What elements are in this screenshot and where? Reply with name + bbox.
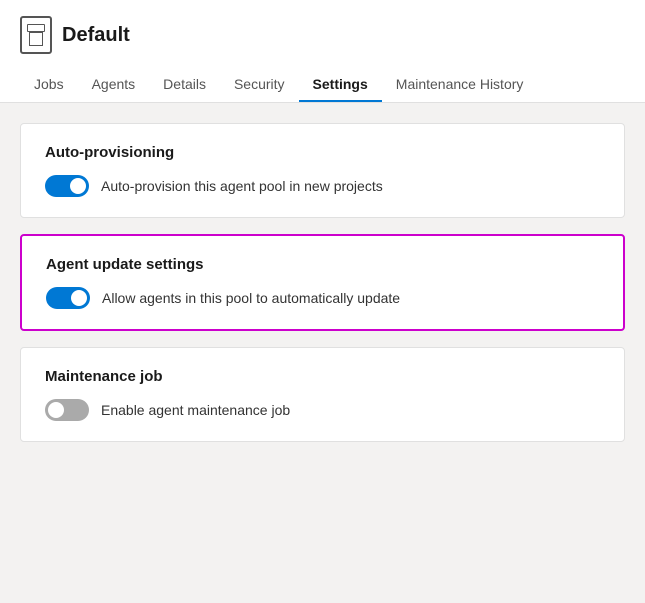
- maintenance-job-title: Maintenance job: [45, 368, 600, 385]
- auto-provisioning-title: Auto-provisioning: [45, 144, 600, 161]
- maintenance-job-card: Maintenance job Enable agent maintenance…: [20, 347, 625, 442]
- agent-update-card: Agent update settings Allow agents in th…: [20, 234, 625, 331]
- tab-maintenance-history[interactable]: Maintenance History: [382, 68, 538, 102]
- maintenance-job-toggle-row: Enable agent maintenance job: [45, 399, 600, 421]
- maintenance-job-toggle-track: [45, 399, 89, 421]
- main-content: Auto-provisioning Auto-provision this ag…: [0, 103, 645, 462]
- agent-update-toggle[interactable]: [46, 287, 90, 309]
- auto-provisioning-toggle-label: Auto-provision this agent pool in new pr…: [101, 178, 383, 194]
- title-row: Default: [20, 16, 625, 54]
- agent-update-toggle-row: Allow agents in this pool to automatical…: [46, 287, 599, 309]
- page-header: Default Jobs Agents Details Security Set…: [0, 0, 645, 103]
- tab-settings[interactable]: Settings: [299, 68, 382, 102]
- maintenance-job-toggle-label: Enable agent maintenance job: [101, 402, 290, 418]
- page-title: Default: [62, 24, 130, 47]
- auto-provisioning-toggle-track: [45, 175, 89, 197]
- auto-provisioning-toggle[interactable]: [45, 175, 89, 197]
- agent-update-toggle-label: Allow agents in this pool to automatical…: [102, 290, 400, 306]
- tab-agents[interactable]: Agents: [78, 68, 150, 102]
- auto-provisioning-toggle-row: Auto-provision this agent pool in new pr…: [45, 175, 600, 197]
- agent-update-toggle-track: [46, 287, 90, 309]
- auto-provisioning-toggle-thumb: [70, 178, 86, 194]
- maintenance-job-toggle[interactable]: [45, 399, 89, 421]
- auto-provisioning-card: Auto-provisioning Auto-provision this ag…: [20, 123, 625, 218]
- pool-icon: [20, 16, 52, 54]
- nav-tabs: Jobs Agents Details Security Settings Ma…: [20, 68, 625, 102]
- tab-jobs[interactable]: Jobs: [20, 68, 78, 102]
- agent-update-toggle-thumb: [71, 290, 87, 306]
- maintenance-job-toggle-thumb: [48, 402, 64, 418]
- agent-update-title: Agent update settings: [46, 256, 599, 273]
- tab-details[interactable]: Details: [149, 68, 220, 102]
- tab-security[interactable]: Security: [220, 68, 299, 102]
